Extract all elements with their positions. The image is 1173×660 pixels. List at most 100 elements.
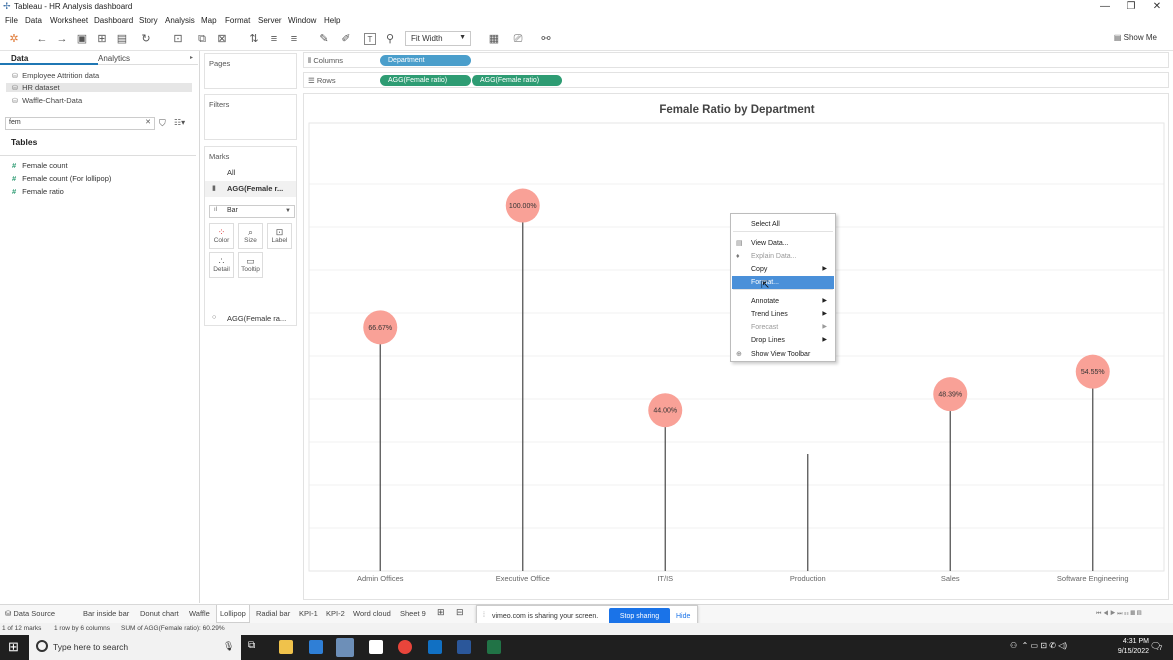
menu-item-annotate[interactable]: Annotate ▶ [732,295,834,308]
menu-story[interactable]: Story [139,16,158,25]
menu-worksheet[interactable]: Worksheet [50,16,88,25]
field-female-count-lollipop[interactable]: # Female count (For lollipop) [12,174,111,183]
sheet-tab-donut-chart[interactable]: Donut chart [140,609,179,618]
sort-descending-icon[interactable]: ≡ [288,33,300,45]
taskbar-search-input[interactable]: Type here to search 🎙 [29,635,241,660]
rows-pill-2[interactable]: AGG(Female ratio) [471,75,562,86]
mail-icon[interactable] [309,640,323,654]
pause-updates-icon[interactable]: ▤ [116,33,128,45]
view-options-icon[interactable]: ☷▾ [174,118,185,127]
sheet-tab-kpi-2[interactable]: KPI-2 [326,609,345,618]
menu-help[interactable]: Help [324,16,340,25]
menu-item-format[interactable]: Format... [732,276,834,289]
menu-window[interactable]: Window [288,16,316,25]
excel-icon[interactable] [487,640,501,654]
notepad-icon[interactable] [369,640,383,654]
field-search-input[interactable]: fem ✕ [5,117,155,130]
filter-icon[interactable]: ⛉ [159,118,166,129]
close-button[interactable]: ✕ [1144,0,1170,14]
sheet-tab-waffle[interactable]: Waffle [189,609,210,618]
menu-item-drop-lines[interactable]: Drop Lines ▶ [732,334,834,347]
group-icon[interactable]: ✐ [340,33,352,45]
windows-start-icon[interactable]: ⊞ [8,640,19,654]
sheet-tab-kpi-1[interactable]: KPI-1 [299,609,318,618]
pages-card[interactable]: Pages [204,53,297,89]
marks-all[interactable]: All [227,168,235,177]
data-source-employee-attrition[interactable]: ⛁ Employee Attrition data [12,71,99,80]
swap-icon[interactable]: ⇅ [248,33,260,45]
sort-ascending-icon[interactable]: ≡ [268,33,280,45]
clear-sheet-icon[interactable]: ⊠ [216,33,228,45]
share-icon[interactable]: ⚯ [540,33,552,45]
file-explorer-icon[interactable] [279,640,293,654]
new-dashboard-icon[interactable]: ⊟ [456,607,464,618]
highlight-icon[interactable]: ✎ [318,33,330,45]
data-source-hr-dataset[interactable]: ⛁ HR dataset [6,83,192,92]
collapse-pane-icon[interactable]: ▸ [190,54,193,61]
marks-agg-tab[interactable]: ▮ AGG(Female r... [205,181,296,197]
tab-data[interactable]: Data [0,51,98,65]
duplicate-sheet-icon[interactable]: ⧉ [196,33,208,45]
minimize-button[interactable]: — [1092,0,1118,14]
menu-analysis[interactable]: Analysis [165,16,195,25]
redo-icon[interactable]: → [56,33,68,45]
cards-icon[interactable]: ▦ [488,33,500,45]
outlook-icon[interactable] [428,640,442,654]
tableau-app-icon[interactable] [336,638,354,657]
new-worksheet-icon[interactable]: ⊡ [172,33,184,45]
menu-item-copy[interactable]: Copy ▶ [732,263,834,276]
department-pill[interactable]: Department [380,55,471,66]
detail-button[interactable]: ∴ Detail [209,252,234,278]
data-source-waffle-chart-data[interactable]: ⛁ Waffle-Chart-Data [12,96,82,105]
menu-dashboard[interactable]: Dashboard [94,16,133,25]
presentation-icon[interactable]: ⎚ [512,33,524,45]
menu-server[interactable]: Server [258,16,282,25]
sheet-tab-word-cloud[interactable]: Word cloud [353,609,391,618]
menu-item-show-view-toolbar[interactable]: ⊕ Show View Toolbar [732,348,834,361]
menu-file[interactable]: File [5,16,18,25]
sheet-tab-lollipop[interactable]: Lollipop [216,605,250,623]
tab-analytics[interactable]: Analytics ▸ [98,51,198,65]
clear-search-icon[interactable]: ✕ [145,118,151,126]
data-source-tab[interactable]: ⛁ Data Source [5,609,55,618]
new-data-source-icon[interactable]: ⊞ [96,33,108,45]
columns-shelf[interactable]: ⦀ Columns Department [303,52,1169,68]
drag-handle-icon[interactable]: ⁞ [483,612,485,619]
tooltip-button[interactable]: ▭ Tooltip [238,252,263,278]
show-labels-icon[interactable]: T [364,33,376,45]
microphone-icon[interactable]: 🎙 [223,641,234,652]
sheet-tab-sheet-9[interactable]: Sheet 9 [400,609,426,618]
size-button[interactable]: ⌕ Size [238,223,263,249]
task-view-icon[interactable]: ⧉ [248,640,262,654]
system-tray-icons[interactable]: ⚇ ⌃ ▭ ⊡ ✆ ◁) [1010,641,1067,650]
taskbar-clock[interactable]: 4:31 PM 9/15/2022 [1118,637,1149,657]
menu-map[interactable]: Map [201,16,217,25]
field-female-count[interactable]: # Female count [12,161,68,170]
new-worksheet-icon[interactable]: ⊞ [437,607,445,618]
fit-dropdown[interactable]: Fit Width ▼ [405,31,471,46]
menu-item-view-data[interactable]: ▤ View Data... [732,237,834,250]
hide-button[interactable]: Hide [676,613,690,620]
sheet-tab-bar-inside-bar[interactable]: Bar inside bar [83,609,129,618]
color-button[interactable]: ⁘ Color [209,223,234,249]
rows-shelf[interactable]: ☰ Rows AGG(Female ratio) AGG(Female rati… [303,72,1169,88]
save-icon[interactable]: ▣ [76,33,88,45]
sheet-nav-icon[interactable]: ⏮ ◀ ▶ ⏭ ☷ ▦ ▤ [1096,611,1142,618]
show-me-button[interactable]: ▤ Show Me [1114,33,1157,42]
word-icon[interactable] [457,640,471,654]
rows-pill-1[interactable]: AGG(Female ratio) [380,75,471,86]
refresh-icon[interactable]: ↻ [140,33,152,45]
restore-button[interactable]: ❐ [1118,0,1144,14]
mark-type-select[interactable]: ıl Bar ▼ [209,205,295,218]
menu-data[interactable]: Data [25,16,42,25]
menu-format[interactable]: Format [225,16,250,25]
menu-item-trend-lines[interactable]: Trend Lines ▶ [732,308,834,321]
filters-card[interactable]: Filters [204,94,297,140]
sheet-tab-radial-bar[interactable]: Radial bar [256,609,290,618]
chrome-icon[interactable] [398,640,412,654]
undo-icon[interactable]: ← [36,33,48,45]
field-female-ratio[interactable]: # Female ratio [12,187,64,196]
tableau-home-icon[interactable]: ✲ [8,33,20,45]
marks-agg2-tab[interactable]: ○ AGG(Female ra... [205,311,296,327]
menu-item-select-all[interactable]: Select All [732,218,834,231]
